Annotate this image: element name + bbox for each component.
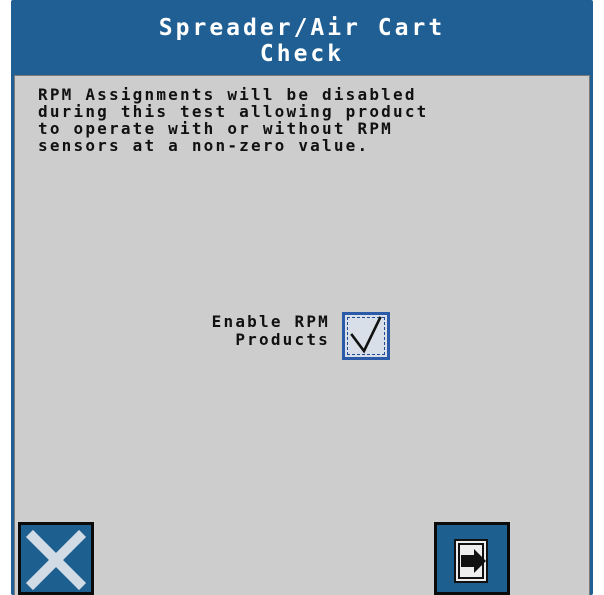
enable-rpm-products-label: Enable RPM Products xyxy=(211,312,330,349)
next-button[interactable] xyxy=(434,522,510,595)
info-message: RPM Assignments will be disabled during … xyxy=(38,85,429,155)
arrow-next-icon xyxy=(454,539,488,583)
checkmark-icon xyxy=(350,316,382,354)
enable-rpm-products-checkbox[interactable] xyxy=(342,312,390,360)
close-icon xyxy=(25,529,87,591)
cancel-button[interactable] xyxy=(18,522,94,595)
page-title: Spreader/Air Cart Check xyxy=(158,15,446,67)
